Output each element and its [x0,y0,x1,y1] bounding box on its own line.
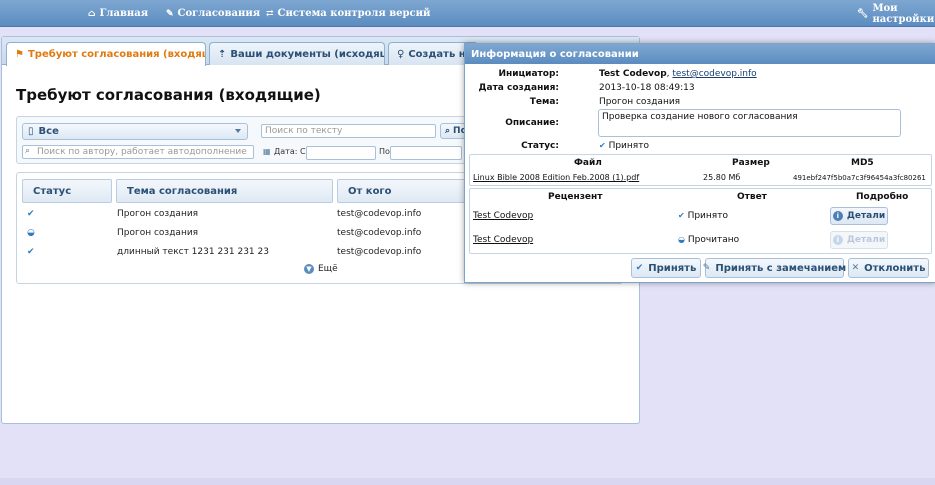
files-header-size: Размер [732,158,770,168]
check-icon: ✔ [678,211,685,220]
text-search-input[interactable]: Поиск по тексту [261,124,436,138]
more-label: Ещё [318,264,338,274]
check-icon: ✔ [27,209,35,219]
accept-with-remarks-label: Принять с замечанием [715,262,847,274]
description-label: Описание: [505,118,559,128]
files-header-md5: MD5 [851,158,874,168]
pencil-icon: ✎ [166,8,174,19]
row-from: test@codevop.info [337,247,422,257]
column-header-from[interactable]: От кого [337,179,477,203]
row-from: test@codevop.info [337,228,422,238]
tab-outgoing[interactable]: ⇡ Ваши документы (исходящие) [209,42,385,65]
calendar-icon: ▦ [263,147,271,156]
reviewer-answer-label: Прочитано [687,235,740,245]
check-icon: ✔ [635,263,644,273]
details-button-label: Детали [846,235,886,245]
nav-settings[interactable]: 🔧︎ Мои настройки [857,0,935,27]
reviewer-link[interactable]: Test Codevop [473,211,533,221]
info-icon: i [832,235,843,245]
dialog-title: Информация о согласовании [465,44,935,64]
reject-button[interactable]: ✕ Отклонить [848,258,929,278]
more-button[interactable]: ▼ Ещё [304,264,338,274]
details-button[interactable]: i Детали [830,207,888,225]
read-icon: ◒ [27,228,35,238]
row-subject: Прогон создания [117,209,199,219]
nav-approvals[interactable]: ✎ Согласования [166,0,260,27]
document-icon: ▯ [28,126,34,137]
status-select[interactable]: ▯ Все [22,123,248,140]
description-field[interactable]: Проверка создание нового согласования [598,109,901,137]
details-button-label: Детали [846,211,886,221]
check-icon: ✔ [599,141,606,150]
search-icon: ⌕ [445,126,451,136]
status-label: Статус: [521,141,559,151]
reject-button-label: Отклонить [864,262,926,274]
date-from-label: Дата: С [274,147,306,156]
accept-button-label: Принять [648,262,697,274]
home-icon: ⌂ [88,8,96,19]
pencil-icon: ✎ [702,263,711,273]
reviewers-header-details: Подробно [856,192,909,202]
wrench-icon: 🔧︎ [857,8,869,19]
files-table: Файл Размер MD5 Linux Bible 2008 Edition… [469,154,932,186]
initiator-value: Test Codevop, test@codevop.info [599,69,757,79]
row-from: test@codevop.info [337,209,422,219]
accept-button[interactable]: ✔ Принять [631,258,701,278]
subject-value: Прогон создания [599,97,681,107]
tab-incoming[interactable]: ⚑ Требуют согласования (входящие) [6,42,206,66]
status-value: Принято [608,141,649,151]
bottom-strip [0,478,935,485]
reviewers-header-name: Рецензент [548,192,603,202]
nav-approvals-label: Согласования [177,8,261,19]
reviewer-answer-label: Принято [687,211,728,221]
file-link[interactable]: Linux Bible 2008 Edition Feb.2008 (1).pd… [473,173,639,182]
details-button-disabled: i Детали [830,231,888,249]
tab-incoming-label: Требуют согласования (входящие) [27,49,205,60]
read-icon: ◒ [678,235,685,244]
column-header-status[interactable]: Статус [22,179,112,203]
subject-label: Тема: [529,97,559,107]
files-header-file: Файл [574,158,602,168]
initiator-email-link[interactable]: test@codevop.info [672,69,756,79]
row-subject: Прогон создания [117,228,199,238]
bulb-icon: ♀ [397,48,405,60]
flag-icon: ⚑ [15,49,24,60]
close-icon: ✕ [851,263,860,273]
exchange-icon: ⇄ [266,8,274,19]
check-icon: ✔ [27,247,35,257]
reviewer-answer: ✔ Принято [678,211,728,221]
nav-vcs[interactable]: ⇄ Система контроля версий [266,0,430,27]
chevron-down-icon [235,129,241,133]
tab-outgoing-label: Ваши документы (исходящие) [230,48,384,60]
nav-home-label: Главная [99,8,149,19]
file-md5: 491ebf247f5b0a7c3f96454a3fc80261 [793,174,926,182]
row-subject: длинный текст 1231 231 231 23 [117,247,269,257]
author-search-input[interactable]: Поиск по автору, работает автодополнение [22,145,254,159]
status-select-value: Все [38,126,59,137]
info-icon: i [832,211,843,221]
date-to-label: По [379,147,390,156]
upload-icon: ⇡ [218,48,227,60]
date-to-input[interactable] [390,146,462,160]
reviewers-table: Рецензент Ответ Подробно Test Codevop ✔ … [469,188,932,254]
approval-info-dialog: Информация о согласовании Инициатор: Tes… [464,43,935,283]
nav-settings-label: Мои настройки [872,2,935,25]
reviewer-link[interactable]: Test Codevop [473,235,533,245]
page-title: Требуют согласования (входящие) [16,86,321,104]
file-size: 25.80 Мб [703,173,741,182]
chevron-down-circle-icon: ▼ [304,264,314,274]
created-label: Дата создания: [478,83,559,93]
reviewer-answer: ◒ Прочитано [678,235,739,245]
nav-home[interactable]: ⌂ Главная [88,0,148,27]
reviewers-header-answer: Ответ [737,192,767,202]
date-from-input[interactable] [306,146,376,160]
magnifier-icon: ⌕ [25,146,31,156]
status-value-wrap: ✔ Принято [599,141,649,151]
created-value: 2013-10-18 08:49:13 [599,83,695,93]
column-header-subject[interactable]: Тема согласования [116,179,333,203]
accept-with-remarks-button[interactable]: ✎ Принять с замечанием [702,258,847,278]
initiator-label: Инициатор: [498,69,559,79]
nav-vcs-label: Система контроля версий [277,8,431,19]
initiator-name: Test Codevop [599,69,667,79]
